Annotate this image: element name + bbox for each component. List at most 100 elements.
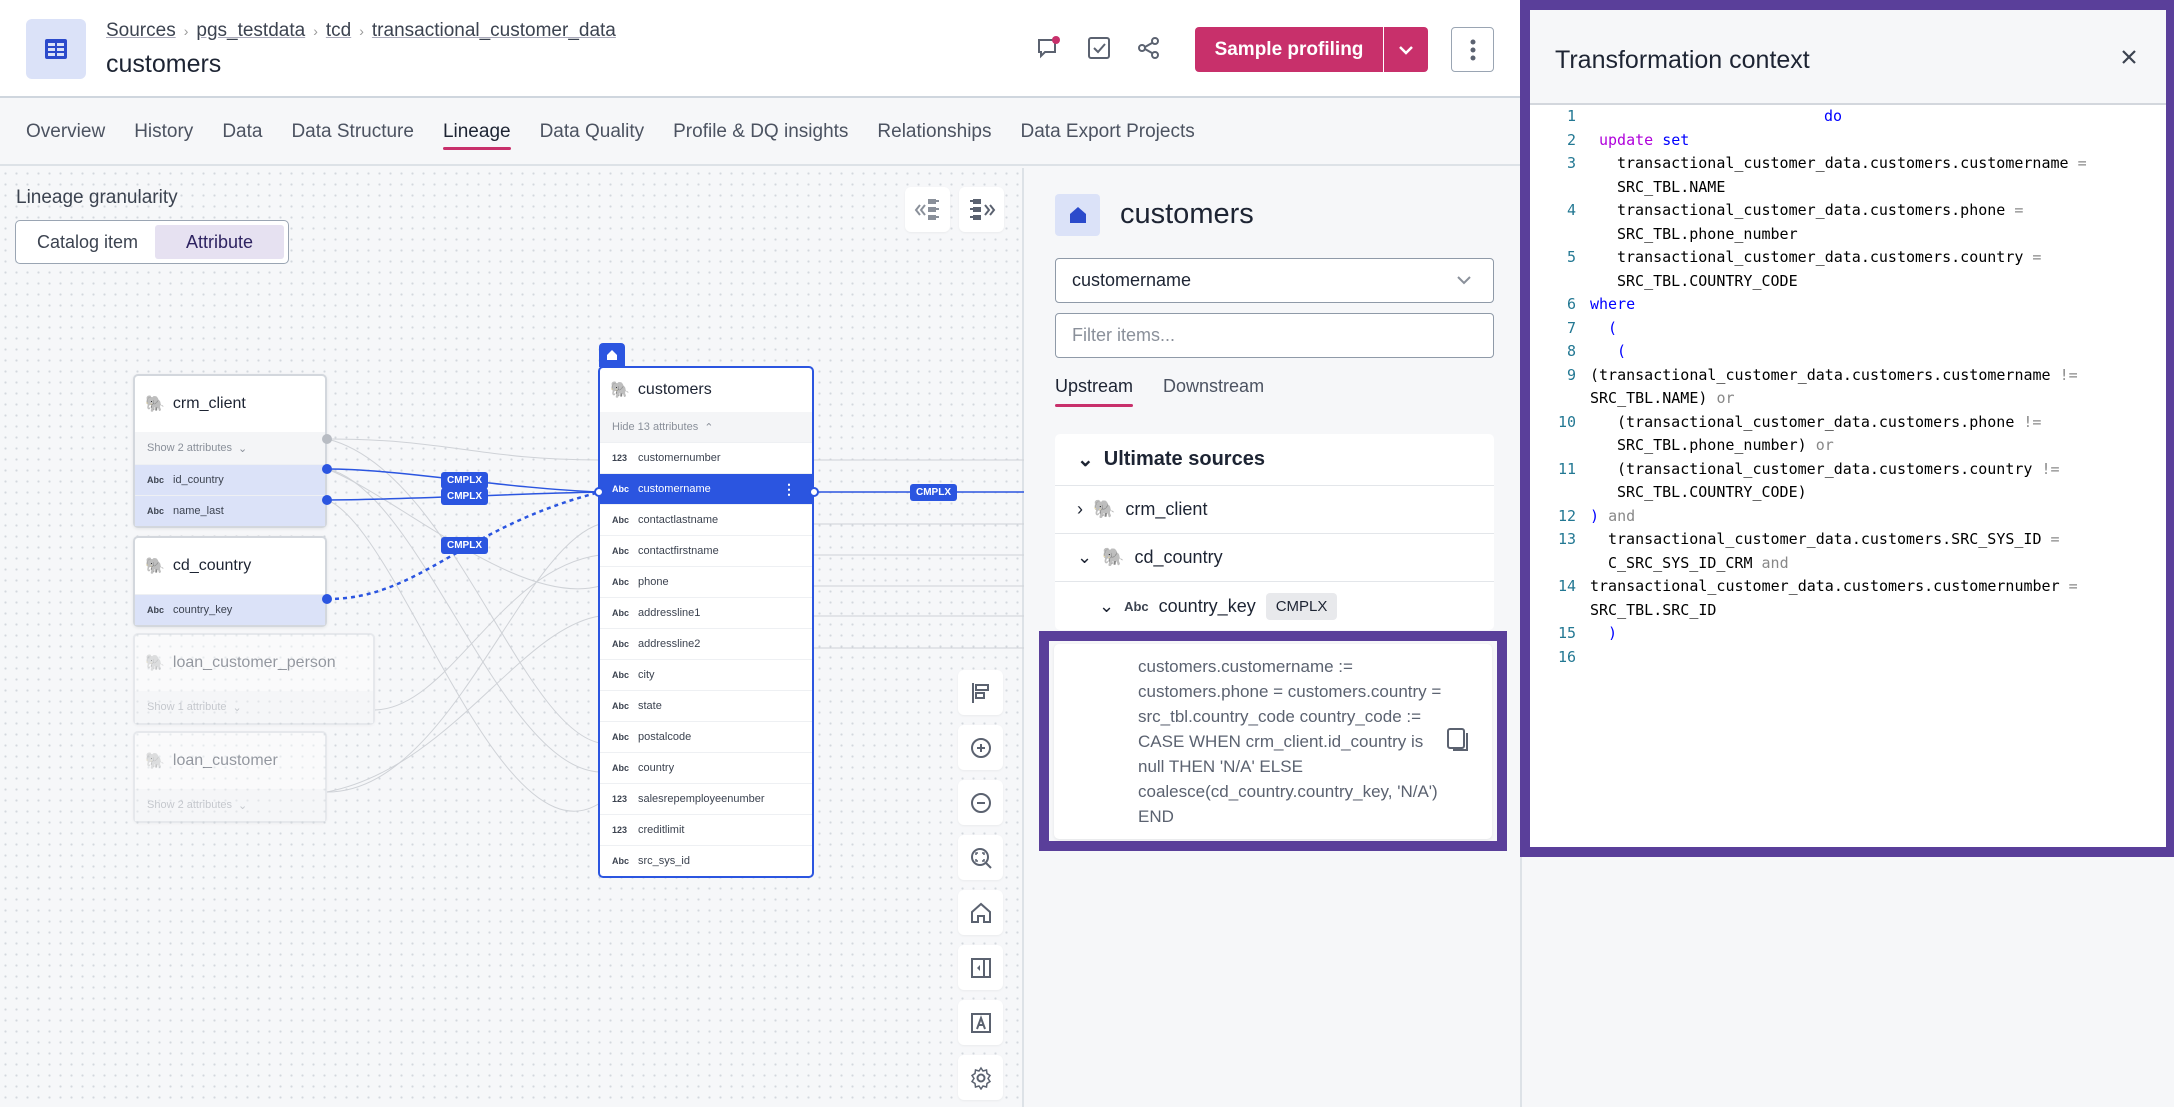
chevron-right-icon: › [313,23,318,39]
more-options-button[interactable] [1451,27,1494,72]
zoom-in-button[interactable] [958,725,1003,770]
close-button[interactable] [2120,48,2138,71]
node-attribute[interactable]: Abc name_last [135,495,325,526]
port [322,464,332,474]
line-number: 9 [1566,365,1576,384]
comments-icon[interactable] [1035,34,1063,62]
breadcrumb-tcd[interactable]: tcd [326,20,351,42]
node-attribute-selected[interactable]: Abc customername ⋮ [600,473,812,504]
node-attribute[interactable]: Abc postalcode [600,721,812,752]
code-line: 3 transactional_customer_data.customers.c… [1530,152,2166,199]
edge-badge[interactable]: CMPLX [441,488,488,505]
node-attribute[interactable]: Abc country [600,752,812,783]
sample-profiling-button[interactable]: Sample profiling [1195,27,1383,72]
chevron-down-icon: ⌄ [238,799,248,812]
copy-button[interactable] [1445,726,1471,759]
show-attributes-toggle[interactable]: Show 2 attributes ⌄ [135,432,325,464]
node-attribute[interactable]: Abc phone [600,566,812,597]
edge-badge[interactable]: CMPLX [910,484,957,501]
tab-overview[interactable]: Overview [26,100,105,166]
node-attribute[interactable]: Abc state [600,690,812,721]
transformation-expression: customers.customername := customers.phon… [1138,657,1442,826]
chevron-right-icon: › [1077,499,1083,519]
tab-history[interactable]: History [134,100,193,166]
node-cd-country[interactable]: 🐘 cd_country Abc country_key [133,536,327,627]
fit-view-button[interactable] [958,835,1003,880]
chevron-right-icon: › [359,23,364,39]
panel-background [1520,857,2174,1107]
task-checkbox-icon[interactable] [1085,34,1113,62]
tab-downstream[interactable]: Downstream [1163,376,1264,406]
code-editor[interactable]: 1 do 2 update set 3 transactional_customer_da… [1530,103,2166,847]
tab-data-export-projects[interactable]: Data Export Projects [1021,100,1195,166]
node-loan-customer-person[interactable]: 🐘 loan_customer_person Show 1 attribute ⌄ [133,633,375,725]
kebab-menu-icon[interactable]: ⋮ [782,481,796,498]
attribute-select[interactable]: customername [1055,258,1494,303]
tab-profile-dq-insights[interactable]: Profile & DQ insights [673,100,848,166]
node-attribute[interactable]: Abc contactlastname [600,504,812,535]
source-attribute-country-key[interactable]: ⌄ Abc country_key CMPLX [1055,582,1494,630]
tab-data-structure[interactable]: Data Structure [291,100,414,166]
section-ultimate-sources[interactable]: ⌄ Ultimate sources [1055,434,1494,486]
postgres-icon: 🐘 [1102,547,1125,567]
align-button[interactable] [958,670,1003,715]
code-line: 2 update set [1530,129,2166,153]
line-number: 8 [1566,342,1576,360]
show-attributes-toggle[interactable]: Show 1 attribute ⌄ [135,691,373,723]
code-line: 15) [1530,622,2166,646]
postgres-icon: 🐘 [610,382,630,399]
tab-lineage[interactable]: Lineage [442,100,511,166]
detail-title: customers [1120,198,1254,230]
ultimate-sources-tree: ⌄ Ultimate sources › 🐘 crm_client ⌄ 🐘 cd_coun… [1055,434,1494,630]
node-attribute[interactable]: Abc contactfirstname [600,535,812,566]
line-code: transactional_customer_data.customers.cu… [1617,154,2087,196]
chevron-down-icon: ⌄ [1077,547,1093,567]
share-icon[interactable] [1135,34,1163,62]
show-attributes-toggle[interactable]: Show 2 attributes ⌄ [135,789,325,821]
home-button[interactable] [958,890,1003,935]
tab-upstream[interactable]: Upstream [1055,376,1134,407]
node-attribute[interactable]: 123 customernumber [600,442,812,473]
home-icon [970,902,991,923]
toggle-panel-button[interactable] [958,945,1003,990]
code-line: 1 do [1530,105,2166,129]
node-crm-client[interactable]: 🐘 crm_client Show 2 attributes ⌄ Abc id_cou… [133,374,327,528]
node-attribute[interactable]: Abc id_country [135,464,325,495]
tab-data[interactable]: Data [222,100,262,166]
node-attribute[interactable]: 123 creditlimit [600,814,812,845]
breadcrumb-sources[interactable]: Sources [106,20,176,42]
zoom-out-button[interactable] [958,780,1003,825]
edge-badge[interactable]: CMPLX [441,472,488,489]
zoom-out-icon [970,792,991,813]
profiling-dropdown-button[interactable] [1384,27,1428,72]
tab-data-quality[interactable]: Data Quality [540,100,645,166]
tab-relationships[interactable]: Relationships [877,100,991,166]
text-labels-button[interactable] [958,1000,1003,1045]
node-attribute[interactable]: Abc addressline1 [600,597,812,628]
line-number: 7 [1566,318,1576,337]
edge-badge[interactable]: CMPLX [441,537,488,554]
node-attribute[interactable]: Abc city [600,659,812,690]
node-attribute[interactable]: Abc addressline2 [600,628,812,659]
postgres-icon: 🐘 [145,396,165,413]
source-item-crm-client[interactable]: › 🐘 crm_client [1055,486,1494,534]
transformation-context-panel: Transformation context 1 do 2 update set 3 tr… [1520,0,2174,857]
table-icon [26,19,86,79]
line-code: (transactional_customer_data.customers.p… [1617,412,2042,455]
node-attribute[interactable]: Abc src_sys_id [600,845,812,876]
breadcrumb: Sources › pgs_testdata › tcd › transactiona… [106,20,616,42]
breadcrumb-transactional-customer-data[interactable]: transactional_customer_data [372,20,616,42]
source-item-cd-country[interactable]: ⌄ 🐘 cd_country [1055,534,1494,582]
settings-button[interactable] [958,1055,1003,1100]
hide-attributes-toggle[interactable]: Hide 13 attributes ⌃ [600,412,812,442]
page-title: customers [106,50,222,78]
filter-items-input[interactable] [1055,313,1494,358]
lineage-canvas[interactable]: Lineage granularity Catalog item Attribu… [0,168,1024,1107]
node-attribute[interactable]: Abc country_key [135,594,325,625]
node-customers[interactable]: 🐘 customers Hide 13 attributes ⌃ 123 custom… [598,366,814,878]
breadcrumb-pgs-testdata[interactable]: pgs_testdata [196,20,305,42]
node-loan-customer[interactable]: 🐘 loan_customer Show 2 attributes ⌄ [133,731,327,823]
chevron-down-icon [1457,276,1471,285]
node-attribute[interactable]: 123 salesrepemployeenumber [600,783,812,814]
